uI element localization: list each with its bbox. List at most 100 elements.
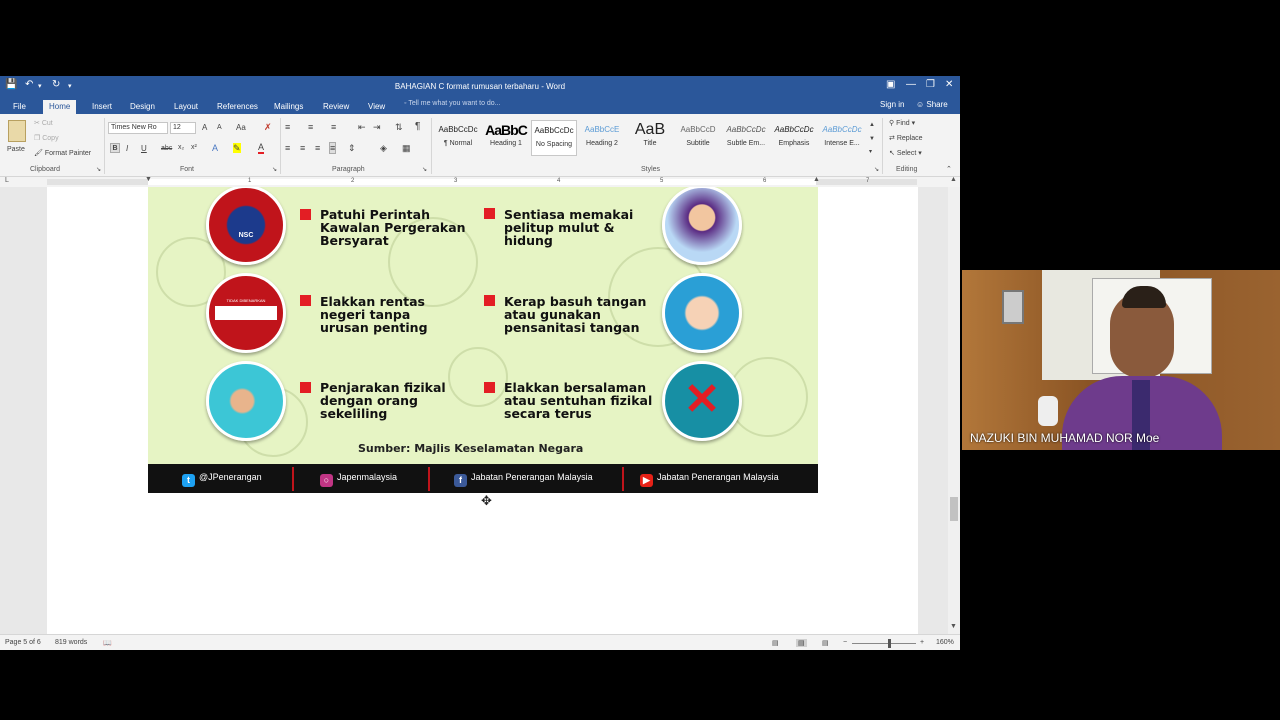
cut-button[interactable]: ✂ Cut xyxy=(34,119,53,127)
scrollbar-thumb[interactable] xyxy=(950,497,958,521)
tab-selector-icon[interactable]: L xyxy=(5,177,9,184)
align-right-icon[interactable]: ≡ xyxy=(315,143,320,153)
read-mode-icon[interactable]: ▤ xyxy=(772,639,779,647)
proofing-icon[interactable]: 📖 xyxy=(103,639,112,647)
highlight-icon[interactable]: ✎ xyxy=(233,143,241,153)
line-spacing-icon[interactable]: ⇕ xyxy=(348,143,356,154)
zoom-in-icon[interactable]: + xyxy=(920,639,924,646)
font-color-button[interactable]: A xyxy=(258,143,265,154)
paste-button[interactable]: Paste xyxy=(7,146,25,153)
clear-formatting-icon[interactable]: ✗ xyxy=(264,122,272,133)
style-heading-1[interactable]: AaBbC Heading 1 xyxy=(483,120,529,156)
tab-view[interactable]: View xyxy=(362,100,391,114)
style-name: Emphasis xyxy=(778,140,810,147)
copy-button[interactable]: ❐ Copy xyxy=(34,134,59,142)
bold-button[interactable]: B xyxy=(110,143,120,153)
covid-sop-poster-image[interactable]: NSC Patuhi Perintah Kawalan Pergerakan B… xyxy=(148,187,818,493)
style-heading-2[interactable]: AaBbCcE Heading 2 xyxy=(579,120,625,156)
zoom-slider[interactable] xyxy=(852,643,916,644)
tab-references[interactable]: References xyxy=(211,100,264,114)
vertical-scrollbar[interactable]: ▼ xyxy=(948,187,960,634)
superscript-button[interactable]: x² xyxy=(191,144,197,151)
word-count[interactable]: 819 words xyxy=(55,639,87,646)
clipboard-launcher-icon[interactable]: ↘ xyxy=(96,166,101,173)
web-layout-icon[interactable]: ▤ xyxy=(822,639,829,647)
style-subtle-emphasis[interactable]: AaBbCcDc Subtle Em... xyxy=(723,120,769,156)
borders-icon[interactable]: ▦ xyxy=(402,143,411,154)
group-divider xyxy=(280,118,281,174)
strikethrough-button[interactable]: abc xyxy=(161,145,172,152)
style-subtitle[interactable]: AaBbCcD Subtitle xyxy=(675,120,721,156)
font-name-box[interactable]: Times New Ro xyxy=(108,122,168,134)
indent-marker-icon[interactable]: ▼ xyxy=(145,176,152,183)
style-emphasis[interactable]: AaBbCcDc Emphasis xyxy=(771,120,817,156)
replace-button[interactable]: ⇄ Replace xyxy=(889,134,923,142)
collapse-ribbon-icon[interactable]: ⌃ xyxy=(946,165,952,173)
sort-icon[interactable]: ⇅ xyxy=(395,122,403,133)
poster-item-text: Elakkan bersalaman atau sentuhan fizikal… xyxy=(504,381,652,420)
style-title[interactable]: AaB Title xyxy=(627,120,673,156)
increase-indent-icon[interactable]: ⇥ xyxy=(373,122,381,133)
numbering-icon[interactable]: ≡ xyxy=(308,122,313,132)
tab-home[interactable]: Home xyxy=(43,100,77,114)
status-bar: Page 5 of 6 819 words 📖 ▤ ▤ ▤ − + 160% xyxy=(0,634,960,650)
show-formatting-button[interactable]: ¶ xyxy=(415,121,420,132)
tab-layout[interactable]: Layout xyxy=(168,100,204,114)
clipboard-group-label: Clipboard xyxy=(30,166,60,173)
style-no-spacing[interactable]: AaBbCcDc No Spacing xyxy=(531,120,577,156)
style-intense-emphasis[interactable]: AaBbCcDc Intense E... xyxy=(819,120,865,156)
scroll-down-icon[interactable]: ▼ xyxy=(950,623,957,630)
scroll-up-icon[interactable]: ▲ xyxy=(950,176,957,183)
paste-icon[interactable] xyxy=(8,120,26,142)
styles-more-icon[interactable]: ▾ xyxy=(869,148,872,155)
shading-icon[interactable]: ◈ xyxy=(380,143,387,154)
minimize-icon[interactable]: — xyxy=(906,79,916,90)
align-center-icon[interactable]: ≡ xyxy=(300,143,305,153)
zoom-level[interactable]: 160% xyxy=(936,639,954,646)
move-cursor-icon: ✥ xyxy=(481,493,492,508)
tab-review[interactable]: Review xyxy=(317,100,355,114)
tab-mailings[interactable]: Mailings xyxy=(268,100,309,114)
decrease-indent-icon[interactable]: ⇤ xyxy=(358,122,366,133)
share-button[interactable]: ☺ Share xyxy=(916,100,948,109)
align-left-icon[interactable]: ≡ xyxy=(285,143,290,153)
styles-scroll-down-icon[interactable]: ▼ xyxy=(869,136,875,142)
tab-insert[interactable]: Insert xyxy=(86,100,118,114)
tab-design[interactable]: Design xyxy=(124,100,161,114)
select-button[interactable]: ↖ Select ▾ xyxy=(889,149,922,157)
change-case-button[interactable]: Aa xyxy=(236,123,246,132)
format-painter-button[interactable]: 🖌 Format Painter xyxy=(34,149,91,157)
paragraph-launcher-icon[interactable]: ↘ xyxy=(422,166,427,173)
multilevel-list-icon[interactable]: ≡ xyxy=(331,122,336,132)
close-icon[interactable]: ✕ xyxy=(945,79,953,90)
styles-launcher-icon[interactable]: ↘ xyxy=(874,166,879,173)
webcam-feed: NAZUKI BIN MUHAMAD NOR Moe xyxy=(962,270,1280,450)
ribbon-display-options-icon[interactable]: ▣ xyxy=(886,79,895,90)
copy-label: Copy xyxy=(42,135,59,142)
style-normal[interactable]: AaBbCcDc ¶ Normal xyxy=(435,120,481,156)
styles-group-label: Styles xyxy=(641,166,661,173)
zoom-out-icon[interactable]: − xyxy=(843,639,847,646)
sign-in-link[interactable]: Sign in xyxy=(880,100,904,109)
bullets-icon[interactable]: ≡ xyxy=(285,122,290,132)
underline-button[interactable]: U xyxy=(141,144,147,153)
tab-file[interactable]: File xyxy=(7,100,32,114)
virus-pattern xyxy=(448,347,508,407)
font-launcher-icon[interactable]: ↘ xyxy=(272,166,277,173)
font-size-box[interactable]: 12 xyxy=(170,122,196,134)
text-effects-icon[interactable]: A xyxy=(212,143,218,153)
zoom-slider-thumb[interactable] xyxy=(888,639,891,648)
document-page[interactable]: NSC Patuhi Perintah Kawalan Pergerakan B… xyxy=(47,187,918,634)
restore-icon[interactable]: ❐ xyxy=(926,79,935,90)
print-layout-icon[interactable]: ▤ xyxy=(796,639,807,647)
grow-font-button[interactable]: A xyxy=(202,123,207,132)
shrink-font-button[interactable]: A xyxy=(217,124,222,131)
right-indent-marker-icon[interactable]: ▲ xyxy=(813,176,820,183)
styles-scroll-up-icon[interactable]: ▲ xyxy=(869,122,875,128)
page-count[interactable]: Page 5 of 6 xyxy=(5,639,41,646)
italic-button[interactable]: I xyxy=(126,144,128,153)
find-button[interactable]: ⚲ Find ▾ xyxy=(889,119,915,127)
justify-icon[interactable]: ≡ xyxy=(329,142,337,154)
tell-me-box[interactable]: ◦ Tell me what you want to do... xyxy=(404,100,501,107)
subscript-button[interactable]: x₂ xyxy=(178,144,184,151)
